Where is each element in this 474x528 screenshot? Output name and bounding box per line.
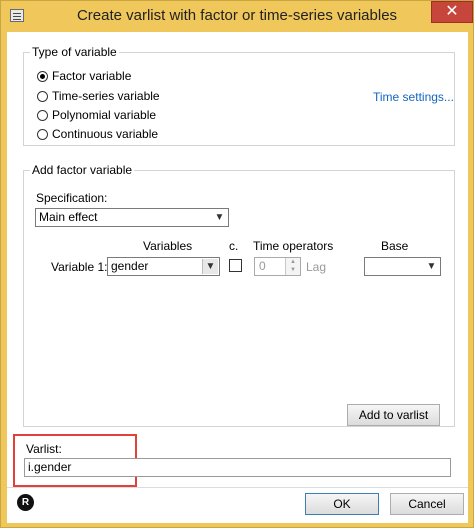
radio-label: Polynomial variable bbox=[52, 108, 157, 122]
column-header-time-operators: Time operators bbox=[253, 239, 334, 253]
spinner-arrows[interactable]: ▲ ▼ bbox=[285, 258, 300, 275]
varlist-input[interactable]: i.gender bbox=[24, 458, 451, 477]
specification-value: Main effect bbox=[39, 210, 98, 224]
add-to-varlist-button[interactable]: Add to varlist bbox=[347, 404, 440, 426]
radio-factor-variable[interactable]: Factor variable bbox=[37, 68, 131, 84]
radio-polynomial-variable[interactable]: Polynomial variable bbox=[37, 107, 156, 123]
radio-label: Factor variable bbox=[52, 69, 132, 83]
time-operator-value: 0 bbox=[259, 259, 266, 273]
add-factor-variable-legend: Add factor variable bbox=[32, 163, 133, 177]
chevron-down-icon: ▼ bbox=[202, 259, 218, 274]
base-select[interactable]: ▼ bbox=[364, 257, 441, 276]
column-header-c: c. bbox=[229, 239, 239, 253]
window-title: Create varlist with factor or time-serie… bbox=[76, 7, 398, 24]
chevron-down-icon: ▼ bbox=[426, 261, 437, 272]
chevron-down-icon: ▼ bbox=[214, 212, 225, 223]
radio-button-icon[interactable] bbox=[37, 128, 48, 140]
specification-label: Specification: bbox=[36, 191, 108, 205]
continuous-checkbox[interactable] bbox=[229, 259, 242, 272]
close-button[interactable]: ✕ bbox=[431, 1, 473, 23]
radio-button-icon[interactable] bbox=[37, 90, 48, 102]
specification-select[interactable]: Main effect ▼ bbox=[35, 208, 229, 227]
radio-label: Time-series variable bbox=[52, 89, 160, 103]
radio-label: Continuous variable bbox=[52, 127, 159, 141]
column-header-variables: Variables bbox=[143, 239, 193, 253]
column-header-base: Base bbox=[381, 239, 409, 253]
radio-button-checked-icon[interactable] bbox=[37, 70, 48, 82]
title-bar[interactable]: Create varlist with factor or time-serie… bbox=[1, 1, 473, 32]
varlist-label: Varlist: bbox=[26, 442, 62, 456]
variable-1-value: gender bbox=[111, 259, 149, 273]
stata-logo-icon[interactable]: R bbox=[17, 494, 34, 511]
spinner-down-icon[interactable]: ▼ bbox=[286, 266, 300, 274]
dialog-body: Type of variable Factor variable Time-se… bbox=[7, 32, 468, 523]
lag-label: Lag bbox=[306, 260, 327, 274]
radio-button-icon[interactable] bbox=[37, 109, 48, 121]
variable-1-select[interactable]: gender ▼ bbox=[107, 257, 220, 276]
close-icon: ✕ bbox=[445, 3, 459, 20]
variable-1-label: Variable 1: bbox=[51, 260, 108, 274]
spinner-up-icon[interactable]: ▲ bbox=[286, 258, 300, 266]
type-of-variable-legend: Type of variable bbox=[32, 45, 117, 59]
ok-button[interactable]: OK bbox=[305, 493, 379, 515]
footer-divider bbox=[7, 487, 468, 488]
time-settings-link[interactable]: Time settings... bbox=[373, 90, 454, 104]
cancel-button[interactable]: Cancel bbox=[390, 493, 464, 515]
radio-continuous-variable[interactable]: Continuous variable bbox=[37, 126, 158, 142]
radio-time-series-variable[interactable]: Time-series variable bbox=[37, 88, 160, 104]
time-operator-spinner[interactable]: 0 ▲ ▼ bbox=[254, 257, 301, 276]
dialog-window: Create varlist with factor or time-serie… bbox=[0, 0, 474, 528]
